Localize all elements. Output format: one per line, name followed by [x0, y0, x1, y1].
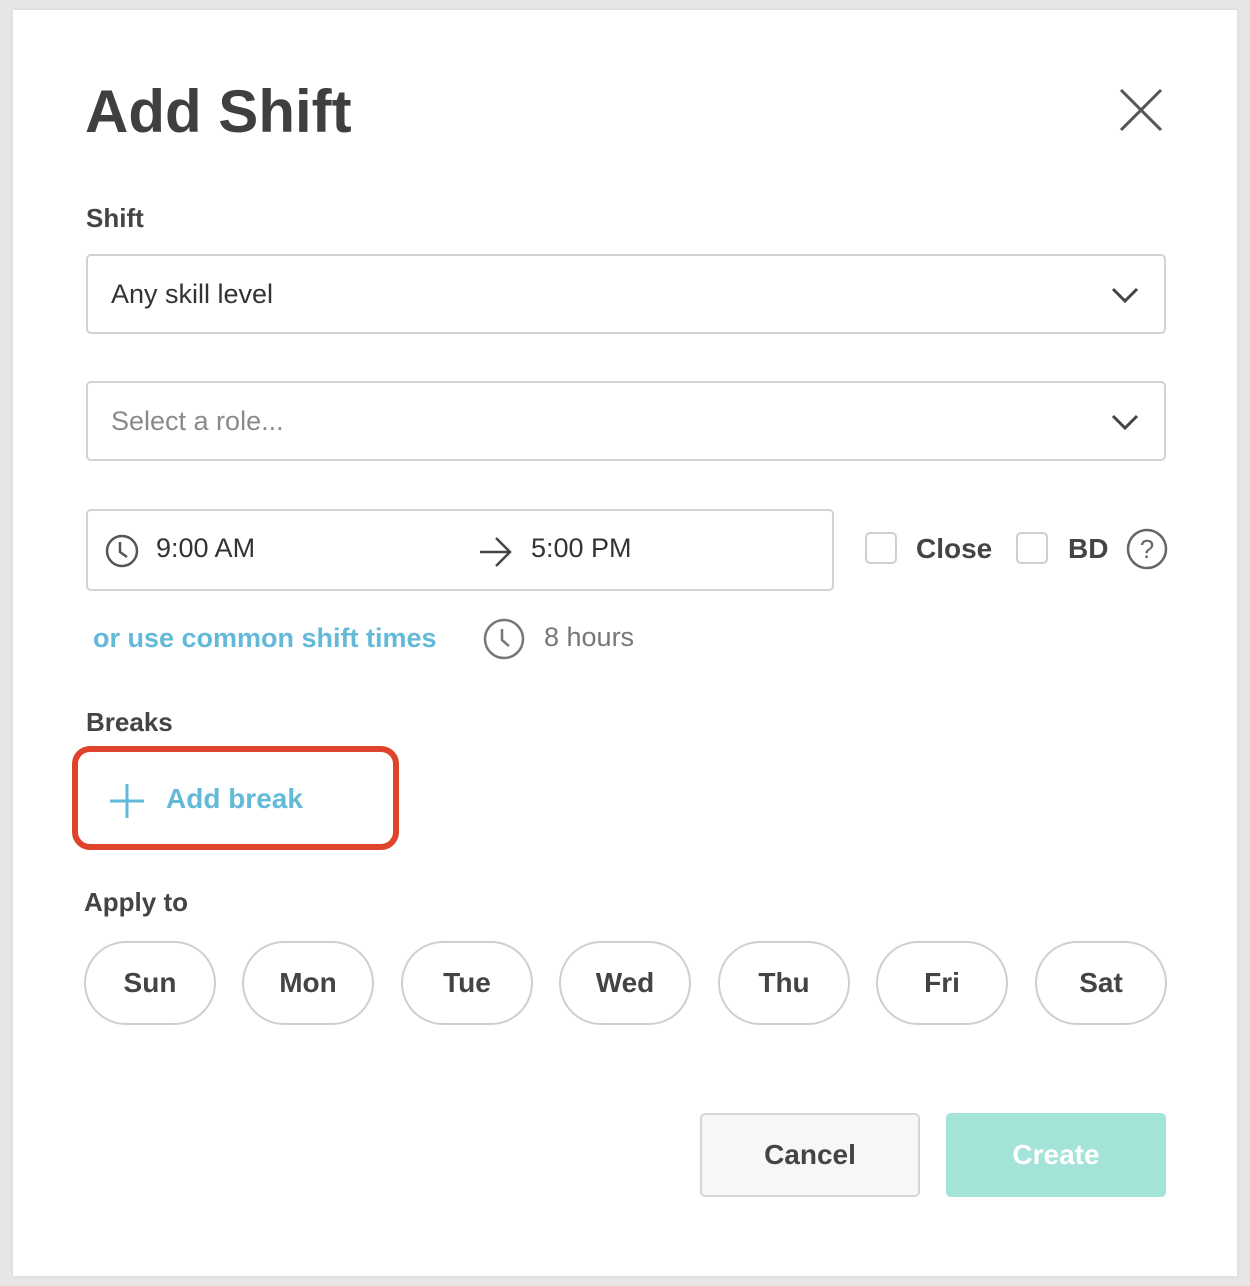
close-icon	[1119, 88, 1163, 132]
common-shift-times-link[interactable]: or use common shift times	[93, 623, 437, 654]
role-select[interactable]: Select a role...	[86, 381, 1166, 461]
shift-duration: 8 hours	[544, 622, 635, 652]
add-break-label: Add break	[166, 783, 303, 814]
shift-time-range: 9:00 AM 5:00 PM	[86, 509, 834, 591]
breaks-label: Breaks	[86, 707, 173, 737]
end-time-input[interactable]: 5:00 PM	[531, 533, 632, 564]
day-toggle-sun[interactable]: Sun	[84, 941, 216, 1025]
day-toggle-tue[interactable]: Tue	[401, 941, 533, 1025]
chevron-down-icon	[1111, 287, 1139, 304]
day-toggle-fri[interactable]: Fri	[876, 941, 1008, 1025]
bd-checkbox-label: BD	[1068, 533, 1109, 564]
add-shift-modal: Add Shift Shift Any skill level Select a…	[13, 10, 1237, 1276]
apply-to-label: Apply to	[84, 887, 188, 917]
start-time-input[interactable]: 9:00 AM	[156, 533, 255, 564]
day-toggle-sat[interactable]: Sat	[1035, 941, 1167, 1025]
plus-icon	[110, 784, 144, 818]
skill-level-value: Any skill level	[111, 279, 274, 309]
close-checkbox[interactable]	[865, 532, 897, 564]
clock-icon	[483, 618, 525, 660]
cancel-button[interactable]: Cancel	[700, 1113, 920, 1197]
chevron-down-icon	[1111, 414, 1139, 431]
shift-label: Shift	[86, 203, 144, 233]
day-toggle-thu[interactable]: Thu	[718, 941, 850, 1025]
clock-icon	[105, 534, 139, 568]
close-checkbox-label: Close	[916, 533, 993, 564]
day-toggle-wed[interactable]: Wed	[559, 941, 691, 1025]
close-button[interactable]	[1113, 82, 1169, 138]
help-icon[interactable]: ?	[1125, 527, 1169, 571]
create-button[interactable]: Create	[946, 1113, 1166, 1197]
bd-checkbox[interactable]	[1016, 532, 1048, 564]
skill-level-select[interactable]: Any skill level	[86, 254, 1166, 334]
arrow-right-icon	[480, 537, 512, 567]
svg-text:?: ?	[1140, 534, 1154, 564]
day-toggle-mon[interactable]: Mon	[242, 941, 374, 1025]
modal-title: Add Shift	[85, 78, 352, 145]
role-placeholder: Select a role...	[111, 406, 284, 436]
